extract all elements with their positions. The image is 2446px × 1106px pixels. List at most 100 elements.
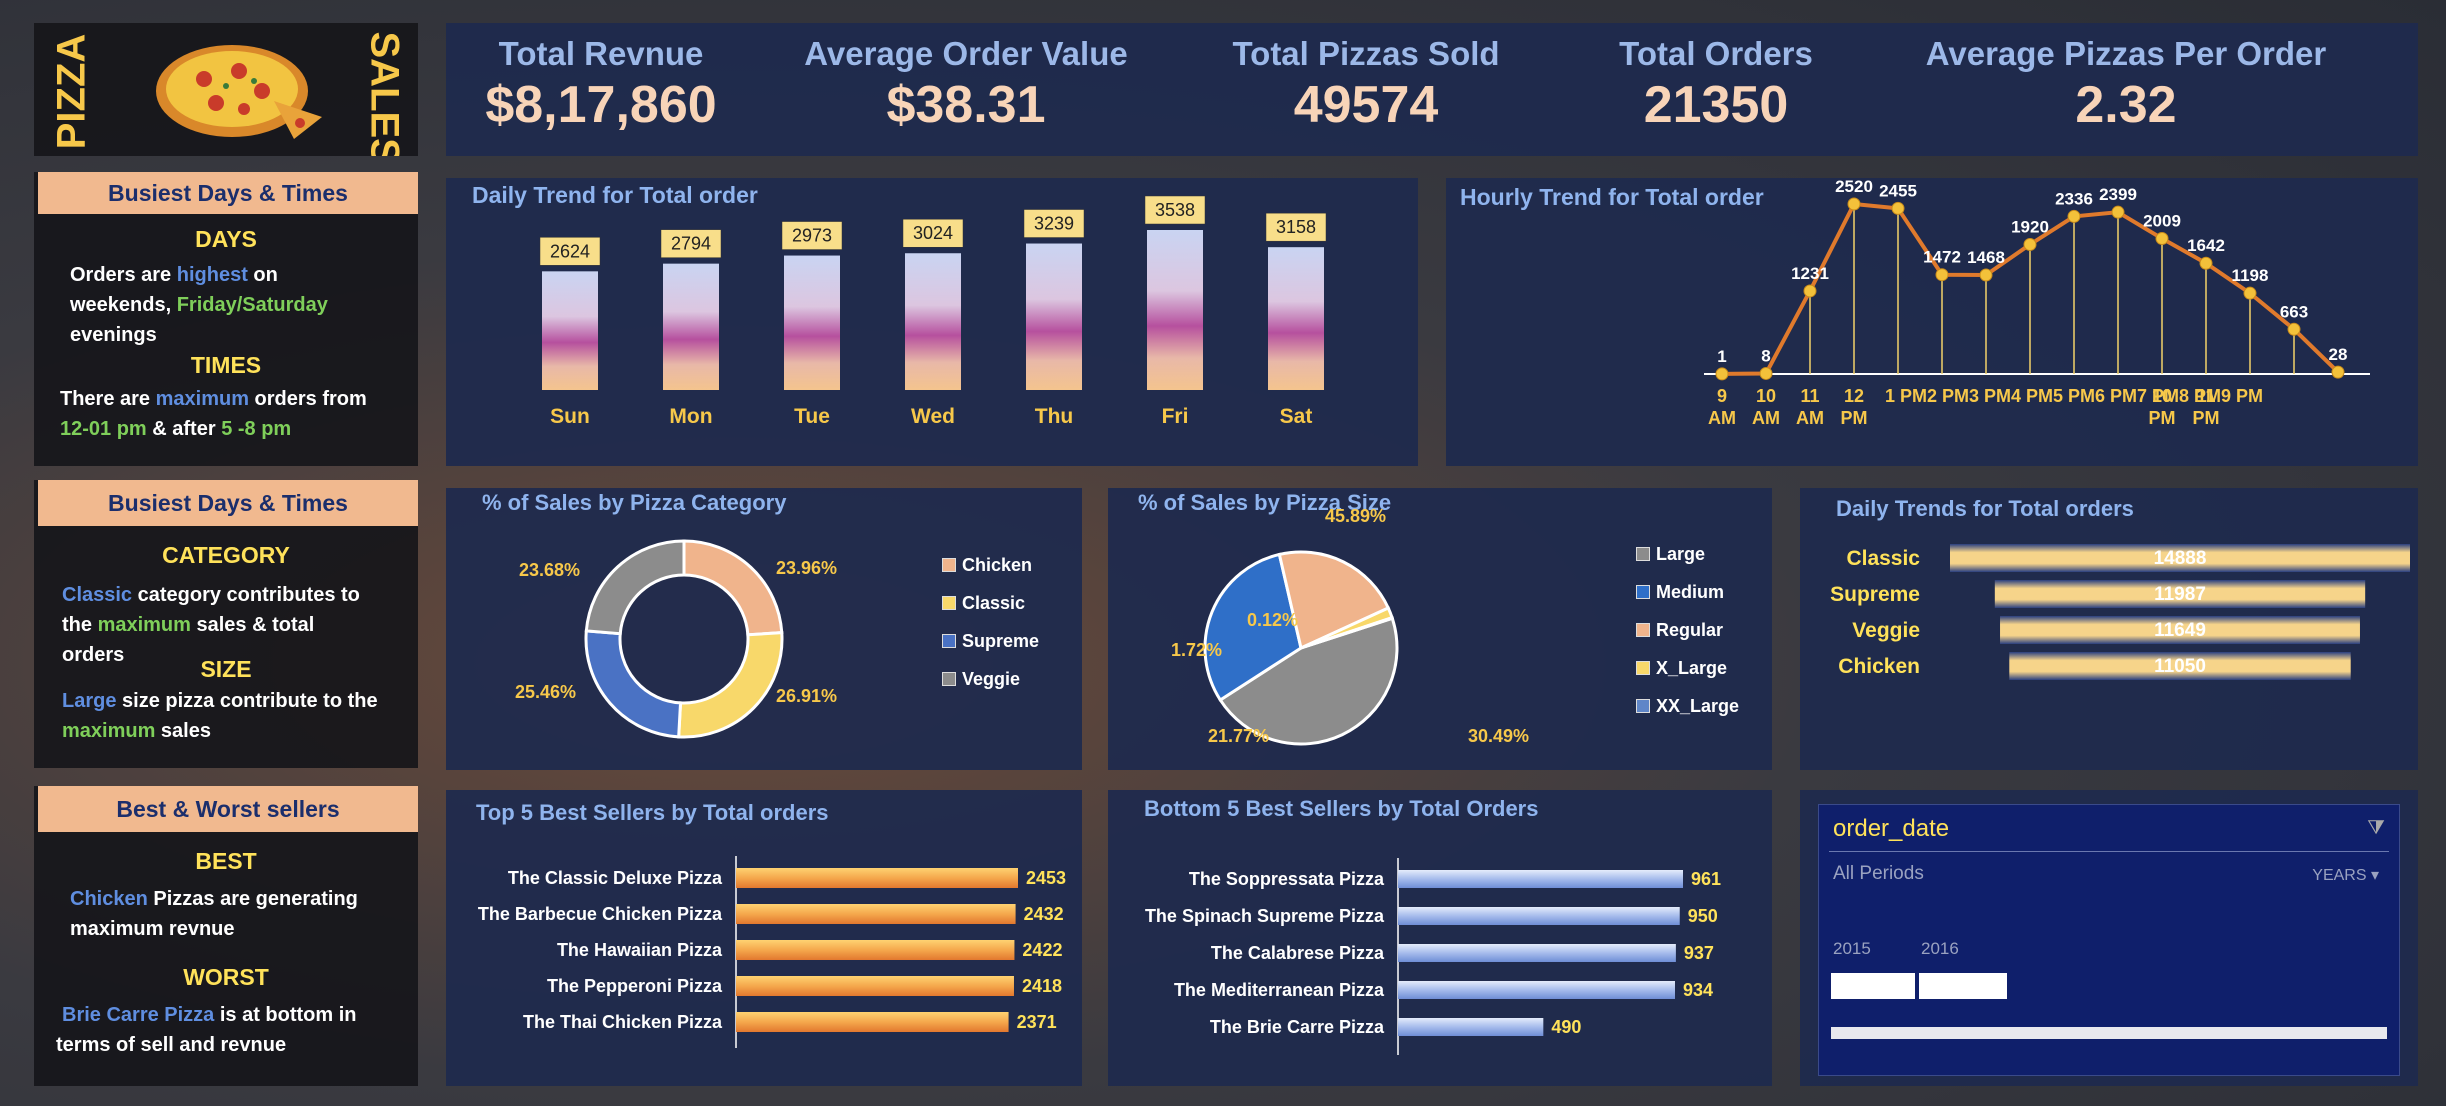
data-point	[1935, 268, 1949, 282]
tick-label: 10	[2152, 386, 2172, 406]
data-label: 2418	[1022, 976, 1062, 996]
insight-section: WORST	[183, 964, 269, 990]
insight-box-category-size: Busiest Days & Times CATEGORY Classic ca…	[34, 480, 418, 768]
legend-item: Classic	[942, 584, 1039, 622]
timeline-block-2015[interactable]	[1831, 973, 1915, 999]
category-label: Supreme	[1830, 583, 1920, 606]
insight-box-best-worst: Best & Worst sellers BEST Chicken Pizzas…	[34, 786, 418, 1086]
logo-panel: PIZZA SALES	[34, 23, 418, 156]
data-label: 0.12%	[1247, 610, 1298, 630]
clear-filter-icon[interactable]: ⧩	[2367, 817, 2385, 840]
legend-label: Veggie	[962, 668, 1021, 689]
kpi-label: Total Pizzas Sold	[1232, 35, 1500, 72]
category-label: The Barbecue Chicken Pizza	[478, 904, 723, 924]
bar	[736, 904, 1016, 924]
data-label: 45.89%	[1325, 506, 1386, 526]
legend-item: XX_Large	[1636, 687, 1739, 725]
daily-bar	[784, 255, 840, 390]
bar	[1398, 907, 1680, 925]
data-point	[2243, 286, 2257, 300]
bottom5-panel: Bottom 5 Best Sellers by Total Orders 96…	[1108, 790, 1772, 1086]
category-label: The Thai Chicken Pizza	[523, 1012, 723, 1032]
data-label: 1198	[2232, 266, 2269, 285]
daily-trend-chart: 2624 Sun 2794 Mon 2973 Tue 3024 Wed 3239 Thu 3538 F…	[539, 195, 1327, 428]
tick-label: Sat	[1280, 405, 1313, 428]
daily-bar	[663, 263, 719, 390]
data-label: 14888	[2154, 548, 2207, 569]
tick-label: AM	[1708, 408, 1736, 428]
insight-section: DAYS	[195, 226, 257, 252]
data-point	[1759, 366, 1773, 380]
kpi-average-order-value: Average Order Value $38.31	[776, 23, 1156, 156]
insight-line: weekends, Friday/Saturday	[70, 294, 328, 316]
kpi-total-orders: Total Orders 21350	[1566, 23, 1866, 156]
data-label: 3024	[913, 223, 953, 243]
bar	[736, 940, 1015, 960]
daily-bar	[542, 271, 598, 390]
sales-word: SALES	[362, 31, 407, 157]
slicer-level-dropdown[interactable]: YEARS ▾	[2312, 865, 2379, 885]
data-label: 3239	[1034, 214, 1074, 234]
category-trend-chart: 14888 Classic 11987 Supreme 11649 Veggie 11050…	[1830, 544, 2410, 680]
legend-label: Classic	[962, 592, 1026, 613]
category-label: The Hawaiian Pizza	[557, 940, 723, 960]
data-label: 2624	[550, 241, 590, 261]
category-label: Classic	[1846, 547, 1920, 570]
data-point	[2331, 365, 2345, 379]
slicer-period-label: All Periods	[1833, 863, 1924, 884]
data-label: 28	[2329, 345, 2348, 364]
legend-item: Medium	[1636, 573, 1739, 611]
data-label: 961	[1691, 869, 1721, 889]
legend-item: X_Large	[1636, 649, 1739, 687]
bar	[736, 1012, 1009, 1032]
data-label: 8	[1761, 346, 1770, 365]
insight-line: Classic category contributes to	[62, 584, 360, 606]
size-pie-panel: % of Sales by Pizza Size 45.89% 30.49% 21.…	[1108, 488, 1772, 770]
data-label: 2399	[2099, 185, 2137, 204]
data-label: 23.68%	[519, 560, 580, 580]
order-date-slicer-panel: order_date ⧩ All Periods YEARS ▾ 2015 20…	[1800, 790, 2418, 1086]
tick-label: 10	[1756, 386, 1776, 406]
timeline-scrollbar[interactable]	[1831, 1027, 2387, 1039]
kpi-value: $38.31	[886, 76, 1046, 134]
data-label: 2453	[1026, 868, 1066, 888]
timeline-block-2016[interactable]	[1919, 973, 2007, 999]
category-label: Veggie	[1852, 619, 1920, 642]
legend-label: Medium	[1656, 581, 1725, 602]
insight-line: Brie Carre Pizza is at bottom in	[62, 1004, 357, 1026]
data-point	[2155, 231, 2169, 245]
pie-slice	[682, 539, 784, 637]
bar	[1398, 1018, 1544, 1036]
tick-label: Fri	[1162, 405, 1189, 428]
daily-bar	[1268, 247, 1324, 390]
insight-title: Busiest Days & Times	[38, 480, 418, 526]
data-label: 30.49%	[1468, 726, 1529, 746]
insight-line: the maximum sales & total	[62, 614, 315, 636]
data-label: 11649	[2154, 620, 2206, 641]
data-point	[2067, 209, 2081, 223]
category-label: The Spinach Supreme Pizza	[1145, 906, 1385, 926]
category-label: The Brie Carre Pizza	[1210, 1017, 1385, 1037]
insight-line: terms of sell and revnue	[56, 1034, 287, 1056]
daily-bar	[1147, 230, 1203, 390]
bottom5-bar-chart: 961 The Soppressata Pizza 950 The Spinach S…	[1145, 858, 1721, 1055]
data-label: 1231	[1791, 264, 1829, 283]
tick-label: PM	[1841, 408, 1868, 428]
data-label: 2432	[1024, 904, 1064, 924]
data-label: 490	[1551, 1017, 1581, 1037]
kpi-total-revenue: Total Revnue $8,17,860	[446, 23, 756, 156]
hourly-trend-panel: Hourly Trend for Total order 1 8 1231 2520 2…	[1446, 178, 2418, 466]
data-point	[1891, 201, 1905, 215]
data-label: 1468	[1967, 248, 2005, 267]
tick-label: 9	[1717, 386, 1727, 406]
bar	[1398, 981, 1675, 999]
timeline-slicer[interactable]: order_date ⧩ All Periods YEARS ▾ 2015 20…	[1818, 804, 2400, 1076]
kpi-label: Average Order Value	[804, 35, 1128, 72]
legend-swatch	[1636, 585, 1650, 599]
legend-swatch	[1636, 699, 1650, 713]
kpi-label: Average Pizzas Per Order	[1925, 35, 2327, 72]
pie-slice	[584, 539, 686, 636]
data-label: 3158	[1276, 217, 1316, 237]
data-label: 1642	[2187, 236, 2225, 255]
tick-label: 11	[1800, 386, 1819, 406]
